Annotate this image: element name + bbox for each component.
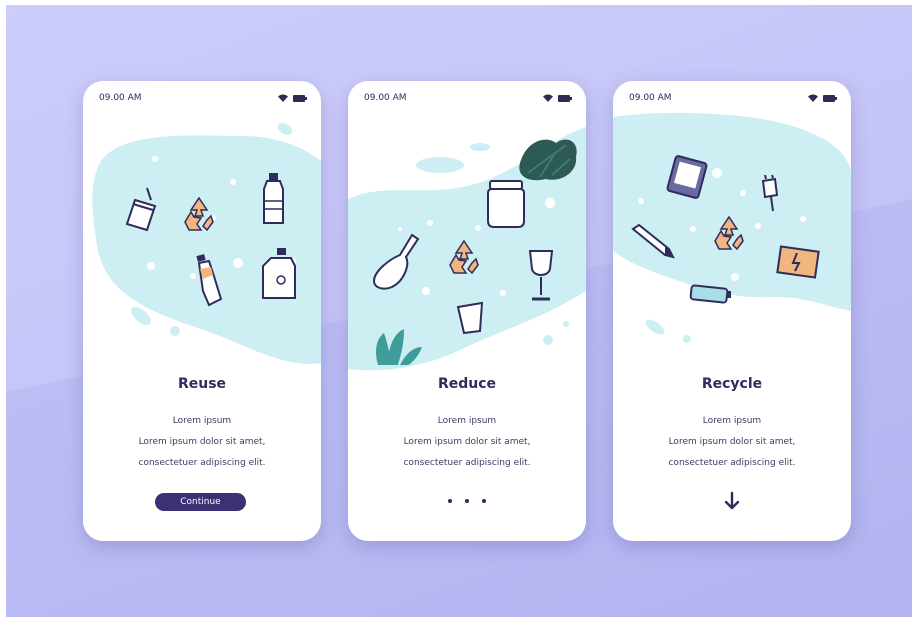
plant-icon bbox=[376, 329, 422, 365]
pen-icon bbox=[631, 223, 675, 259]
battery-icon bbox=[823, 94, 837, 102]
wifi-icon bbox=[543, 94, 553, 102]
glass-icon bbox=[456, 301, 484, 335]
plug-icon bbox=[761, 175, 779, 212]
phone-screen-reuse: 09.00 AM Reuse Lorem ipsum Lorem ipsum d… bbox=[83, 81, 321, 541]
wine-glass-icon bbox=[528, 250, 554, 301]
continue-button[interactable]: Continue bbox=[155, 493, 246, 511]
crushed-bottle-icon bbox=[196, 254, 223, 307]
page-dot[interactable] bbox=[482, 499, 486, 503]
status-time: 09.00 AM bbox=[99, 93, 142, 103]
screen-description: Lorem ipsum Lorem ipsum dolor sit amet, … bbox=[348, 411, 586, 474]
description-line-3: consectetuer adipiscing elit. bbox=[138, 458, 266, 468]
arrow-down-button[interactable] bbox=[717, 489, 747, 513]
pagination-dots[interactable] bbox=[348, 499, 586, 503]
description-line-3: consectetuer adipiscing elit. bbox=[668, 458, 796, 468]
wifi-icon bbox=[808, 94, 818, 102]
screen-title: Recycle bbox=[701, 376, 763, 392]
battery-icon bbox=[293, 94, 307, 102]
recycle-icon bbox=[184, 196, 214, 232]
screen-description: Lorem ipsum Lorem ipsum dolor sit amet, … bbox=[83, 411, 321, 474]
phone-screen-reduce: 09.00 AM Reduce Lorem ipsum Lorem ipsum … bbox=[348, 81, 586, 541]
recycle-icon bbox=[714, 215, 744, 251]
description-line-2: Lorem ipsum dolor sit amet, bbox=[138, 437, 266, 447]
page-dot[interactable] bbox=[465, 499, 469, 503]
recycle-icon bbox=[449, 239, 479, 275]
tablet-icon bbox=[666, 155, 708, 199]
status-bar: 09.00 AM bbox=[364, 91, 572, 105]
description-line-1: Lorem ipsum bbox=[437, 416, 497, 426]
jar-icon bbox=[487, 180, 525, 228]
water-bottle-icon bbox=[263, 173, 284, 224]
screen-title: Reduce bbox=[437, 376, 497, 392]
detergent-bottle-icon bbox=[262, 248, 296, 299]
page-dot[interactable] bbox=[448, 499, 452, 503]
description-line-2: Lorem ipsum dolor sit amet, bbox=[668, 437, 796, 447]
description-line-3: consectetuer adipiscing elit. bbox=[403, 458, 531, 468]
phone-screen-recycle: 09.00 AM Recycle Lorem ipsum Lorem ipsum… bbox=[613, 81, 851, 541]
description-line-2: Lorem ipsum dolor sit amet, bbox=[403, 437, 531, 447]
glass-bottle-icon bbox=[372, 233, 420, 290]
status-time: 09.00 AM bbox=[364, 93, 407, 103]
battery-cell-icon bbox=[689, 284, 731, 304]
status-bar: 09.00 AM bbox=[629, 91, 837, 105]
leaf-icon bbox=[519, 139, 577, 181]
battery-icon bbox=[558, 94, 572, 102]
arrow-down-icon bbox=[724, 491, 740, 510]
status-bar: 09.00 AM bbox=[99, 91, 307, 105]
description-line-1: Lorem ipsum bbox=[702, 416, 762, 426]
screen-description: Lorem ipsum Lorem ipsum dolor sit amet, … bbox=[613, 411, 851, 474]
description-line-1: Lorem ipsum bbox=[172, 416, 232, 426]
car-battery-icon bbox=[776, 245, 820, 279]
cup-icon bbox=[125, 187, 157, 232]
screen-title: Reuse bbox=[177, 376, 227, 392]
wifi-icon bbox=[278, 94, 288, 102]
status-time: 09.00 AM bbox=[629, 93, 672, 103]
